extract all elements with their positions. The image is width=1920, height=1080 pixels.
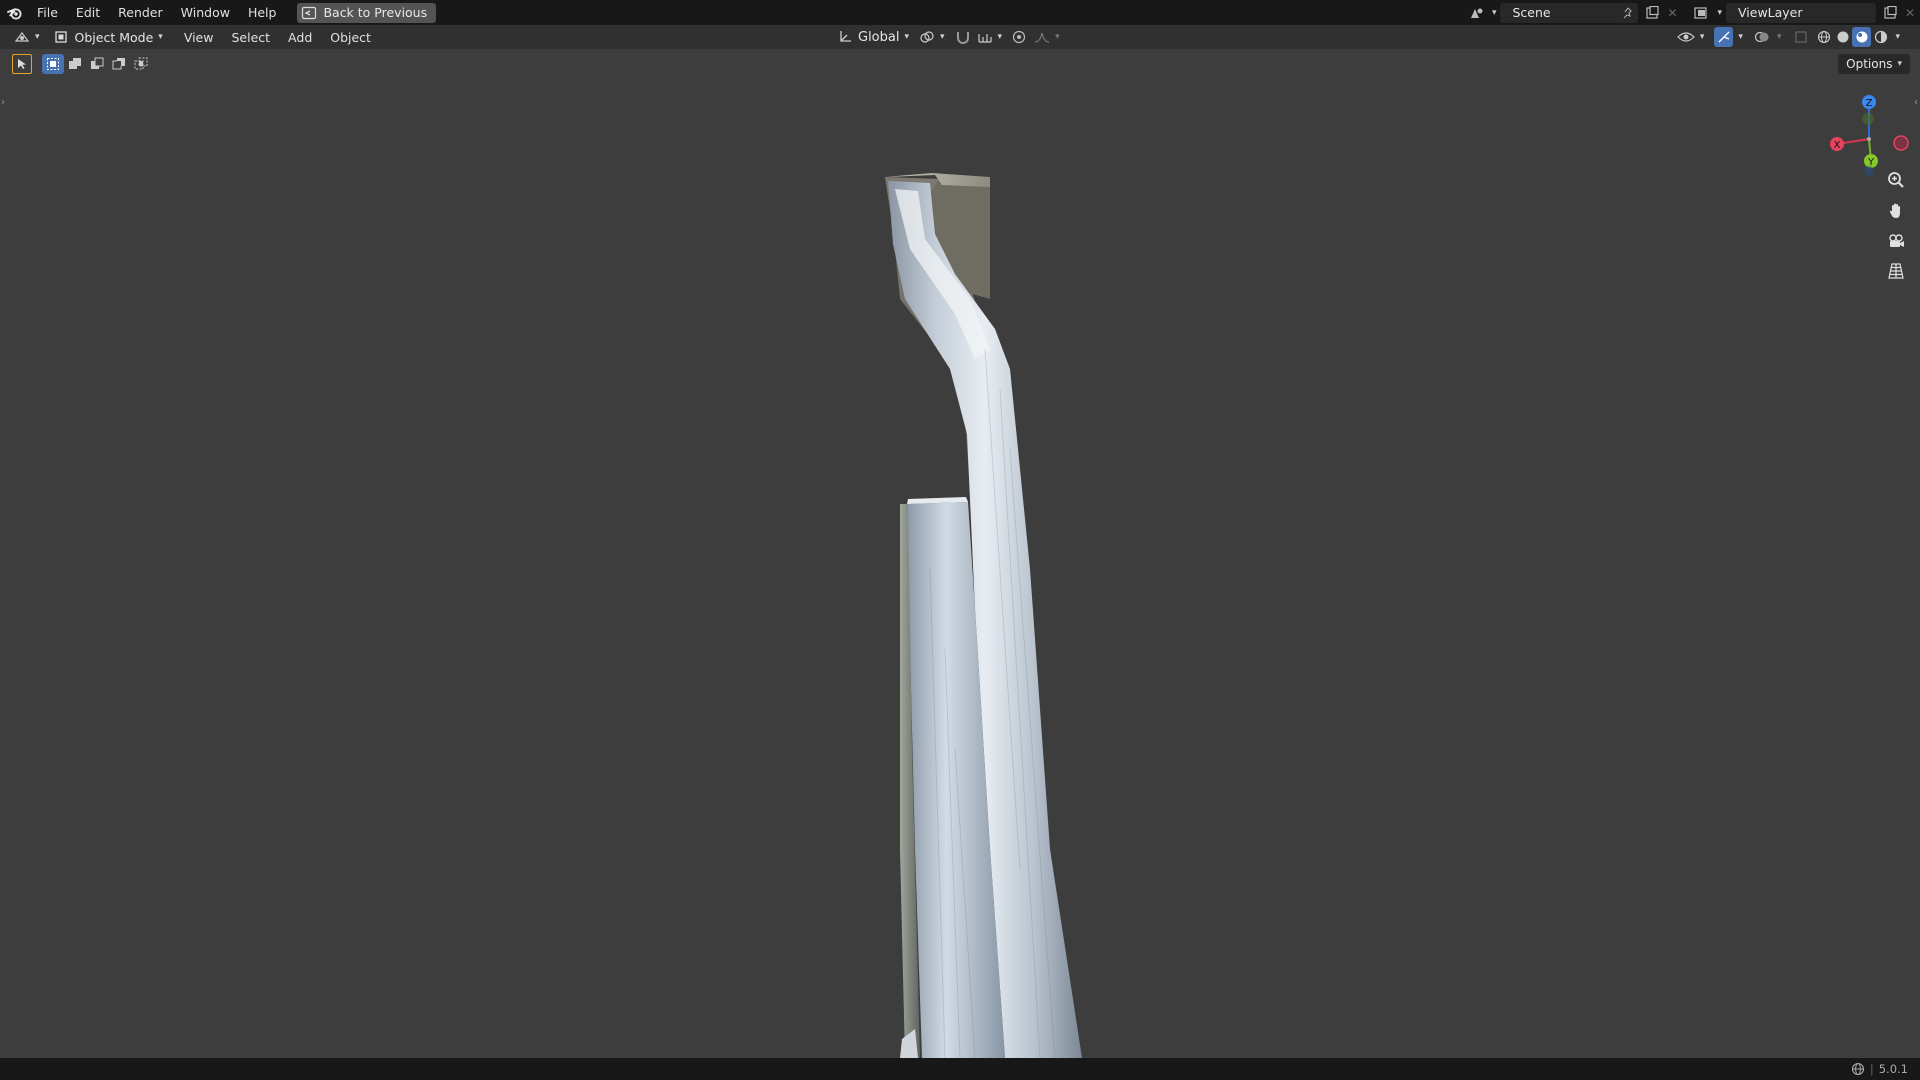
gizmo-chevron-icon[interactable]: ▾ [1738, 32, 1743, 42]
zoom-magnifier-icon [1888, 172, 1904, 188]
new-scene-icon[interactable] [1642, 3, 1662, 23]
wireframe-sphere-icon [1817, 30, 1831, 44]
camera-icon [1889, 234, 1904, 247]
back-screen-icon [302, 6, 317, 19]
pin-icon[interactable] [1618, 3, 1638, 23]
object-mode-chevron-icon: ▾ [158, 32, 163, 42]
hand-icon [1889, 203, 1900, 218]
overlays-icon [1755, 31, 1769, 43]
menu-render[interactable]: Render [109, 0, 172, 25]
status-bar: | 5.0.1 [0, 1058, 1920, 1080]
object-visibility-icon [1677, 32, 1695, 42]
top-menu-bar: File Edit Render Window Help Back to Pre… [0, 0, 1920, 25]
svg-text:X: X [1834, 140, 1841, 151]
show-overlays-toggle[interactable] [1753, 27, 1772, 47]
view-layer-chevron-icon: ▾ [1717, 7, 1722, 18]
transform-orientation-dropdown[interactable]: Global ▾ [838, 27, 909, 47]
global-orientation-icon [840, 31, 851, 42]
view-layer-selector-icon[interactable] [1692, 3, 1712, 23]
gizmo-icon [1718, 31, 1730, 43]
snap-magnet-icon[interactable] [955, 30, 971, 44]
menu-select[interactable]: Select [222, 25, 279, 50]
3d-viewport-icon [14, 32, 30, 42]
overlay-group: ▾ [1753, 27, 1782, 47]
editor-type-chevron-icon: ▾ [35, 32, 40, 42]
view-layer-name: ViewLayer [1738, 5, 1803, 20]
metal-bracket-object[interactable] [0, 49, 1920, 1058]
rendered-sphere-icon [1874, 30, 1888, 44]
scene-name: Scene [1512, 5, 1551, 20]
visibility-chevron-icon: ▾ [1699, 32, 1705, 42]
gizmo-neg-x-icon[interactable] [1893, 135, 1909, 151]
scene-selector-chevron-icon: ▾ [1491, 7, 1497, 18]
visibility-group[interactable]: ▾ [1677, 27, 1705, 47]
object-mode-dropdown[interactable]: Object Mode ▾ [48, 27, 169, 47]
zoom-button[interactable] [1882, 166, 1910, 194]
menu-add[interactable]: Add [279, 25, 321, 50]
falloff-curve-icon[interactable] [1034, 30, 1050, 44]
blender-logo-icon[interactable] [2, 0, 28, 25]
gizmo-group: ▾ [1714, 27, 1743, 47]
delete-scene-icon[interactable]: ✕ [1662, 3, 1682, 23]
menu-object[interactable]: Object [321, 25, 380, 50]
shading-chevron-icon[interactable]: ▾ [1895, 32, 1900, 42]
solid-sphere-icon [1837, 31, 1849, 43]
svg-text:Z: Z [1866, 98, 1873, 109]
snap-chevron-icon: ▾ [997, 32, 1003, 42]
proportional-editing-group: ▾ [1012, 27, 1060, 47]
pivot-point-icon [920, 31, 934, 43]
transform-orientation-chevron-icon: ▾ [904, 32, 910, 42]
solid-shading-button[interactable] [1833, 27, 1852, 47]
transform-orientation-label: Global [858, 29, 900, 45]
version-label: 5.0.1 [1878, 1062, 1908, 1076]
scene-field[interactable]: Scene [1500, 2, 1639, 23]
material-sphere-icon [1856, 31, 1868, 43]
network-globe-icon[interactable] [1851, 1062, 1865, 1076]
pivot-point-chevron-icon: ▾ [940, 32, 945, 42]
menu-help[interactable]: Help [239, 0, 286, 25]
snap-increment-icon[interactable] [977, 30, 993, 44]
3d-viewport[interactable]: › ‹ Options ▾ Z X Y [0, 49, 1920, 1058]
shading-group: ▾ [1791, 27, 1900, 47]
snap-group: ▾ [955, 27, 1003, 47]
wireframe-shading-button[interactable] [1814, 27, 1833, 47]
grid-perspective-icon [1888, 263, 1904, 279]
pan-button[interactable] [1882, 197, 1910, 225]
gizmo-neg-z-icon[interactable] [1864, 166, 1874, 176]
status-separator: | [1869, 1062, 1874, 1076]
editor-type-button[interactable]: ▾ [10, 27, 44, 47]
show-gizmo-toggle[interactable] [1714, 27, 1734, 47]
overlays-chevron-icon[interactable]: ▾ [1777, 32, 1782, 42]
pivot-point-dropdown[interactable]: ▾ [919, 27, 945, 47]
perspective-toggle-button[interactable] [1882, 257, 1910, 285]
viewport-header: ▾ Object Mode ▾ View Select Add Object G… [0, 25, 1920, 49]
proportional-editing-icon[interactable] [1012, 30, 1026, 44]
menu-window[interactable]: Window [172, 0, 239, 25]
gizmo-neg-y-icon[interactable] [1862, 113, 1874, 125]
new-view-layer-icon[interactable] [1880, 3, 1900, 23]
menu-view[interactable]: View [175, 25, 223, 50]
back-to-previous-label: Back to Previous [323, 5, 428, 20]
object-mode-label: Object Mode [74, 29, 154, 45]
xray-toggle[interactable] [1791, 27, 1810, 47]
rendered-shading-button[interactable] [1871, 27, 1890, 47]
object-mode-icon [54, 31, 67, 43]
scene-selector-icon[interactable] [1467, 3, 1487, 23]
xray-icon [1795, 31, 1807, 43]
camera-view-button[interactable] [1882, 227, 1910, 255]
menu-file[interactable]: File [28, 0, 67, 25]
menu-edit[interactable]: Edit [67, 0, 109, 25]
view-layer-field[interactable]: ViewLayer [1726, 2, 1876, 23]
falloff-chevron-icon: ▾ [1055, 32, 1060, 42]
material-preview-shading-button[interactable] [1852, 27, 1872, 47]
delete-view-layer-icon[interactable]: ✕ [1900, 3, 1920, 23]
back-to-previous-button[interactable]: Back to Previous [297, 2, 437, 23]
